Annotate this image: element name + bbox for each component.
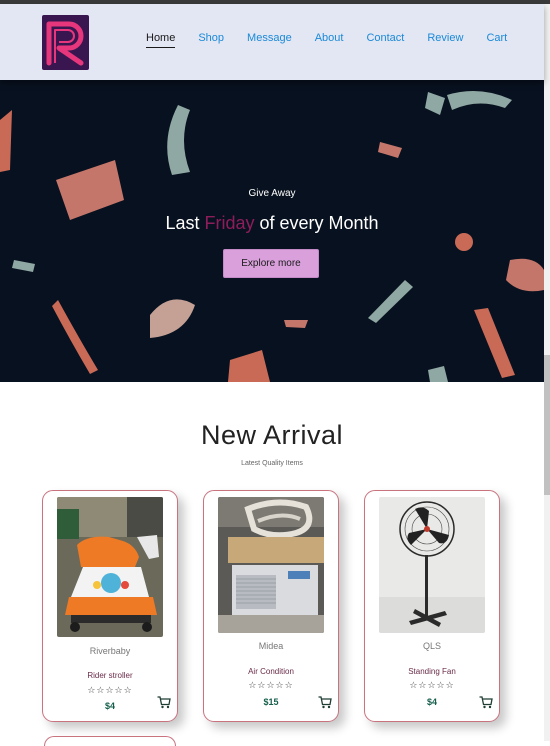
add-to-cart-icon[interactable] xyxy=(318,696,332,709)
hero-title-after: of every Month xyxy=(254,213,379,233)
nav-message[interactable]: Message xyxy=(247,32,292,44)
product-image-standing-fan[interactable] xyxy=(379,497,485,633)
product-card[interactable]: Midea Air Condition ☆☆☆☆☆ $15 xyxy=(203,490,339,722)
product-image-stroller[interactable] xyxy=(57,497,163,637)
hero-banner: Give Away Last Friday of every Month Exp… xyxy=(0,80,544,382)
nav-about[interactable]: About xyxy=(315,32,344,44)
hero-title-highlight: Friday xyxy=(204,213,255,233)
site-logo[interactable] xyxy=(42,15,89,70)
new-arrival-subtitle: Latest Quality Items xyxy=(241,460,303,467)
hero-subtitle: Give Away xyxy=(248,188,296,199)
product-rating-stars: ☆☆☆☆☆ xyxy=(248,681,294,691)
product-brand: QLS xyxy=(422,641,441,651)
product-image-air-conditioner[interactable] xyxy=(218,497,324,633)
main-nav: Home Shop Message About Contact Review C… xyxy=(146,32,530,48)
nav-review[interactable]: Review xyxy=(427,32,463,44)
product-rating-stars: ☆☆☆☆☆ xyxy=(409,681,455,691)
nav-contact[interactable]: Contact xyxy=(366,32,404,44)
product-name: Standing Fan xyxy=(408,667,456,676)
add-to-cart-icon[interactable] xyxy=(157,696,171,709)
new-arrival-heading: New Arrival xyxy=(200,420,344,450)
product-rating-stars: ☆☆☆☆☆ xyxy=(87,686,133,696)
product-card[interactable]: Riverbaby Rider stroller ☆☆☆☆☆ $4 xyxy=(42,490,178,722)
product-card-partial[interactable] xyxy=(44,736,176,746)
product-name: Rider stroller xyxy=(87,671,133,680)
hero-title: Last Friday of every Month xyxy=(0,213,544,234)
add-to-cart-icon[interactable] xyxy=(479,696,493,709)
nav-home[interactable]: Home xyxy=(146,32,176,48)
explore-more-button[interactable]: Explore more xyxy=(223,249,319,278)
product-brand: Midea xyxy=(258,641,284,651)
scrollbar-thumb[interactable] xyxy=(544,355,550,495)
nav-cart[interactable]: Cart xyxy=(486,32,507,44)
hero-title-before: Last xyxy=(165,213,205,233)
product-name: Air Condition xyxy=(248,667,294,676)
product-card[interactable]: QLS Standing Fan ☆☆☆☆☆ $4 xyxy=(364,490,500,722)
product-brand: Riverbaby xyxy=(89,646,131,656)
navbar: Home Shop Message About Contact Review C… xyxy=(0,4,544,80)
nav-shop[interactable]: Shop xyxy=(198,32,224,44)
